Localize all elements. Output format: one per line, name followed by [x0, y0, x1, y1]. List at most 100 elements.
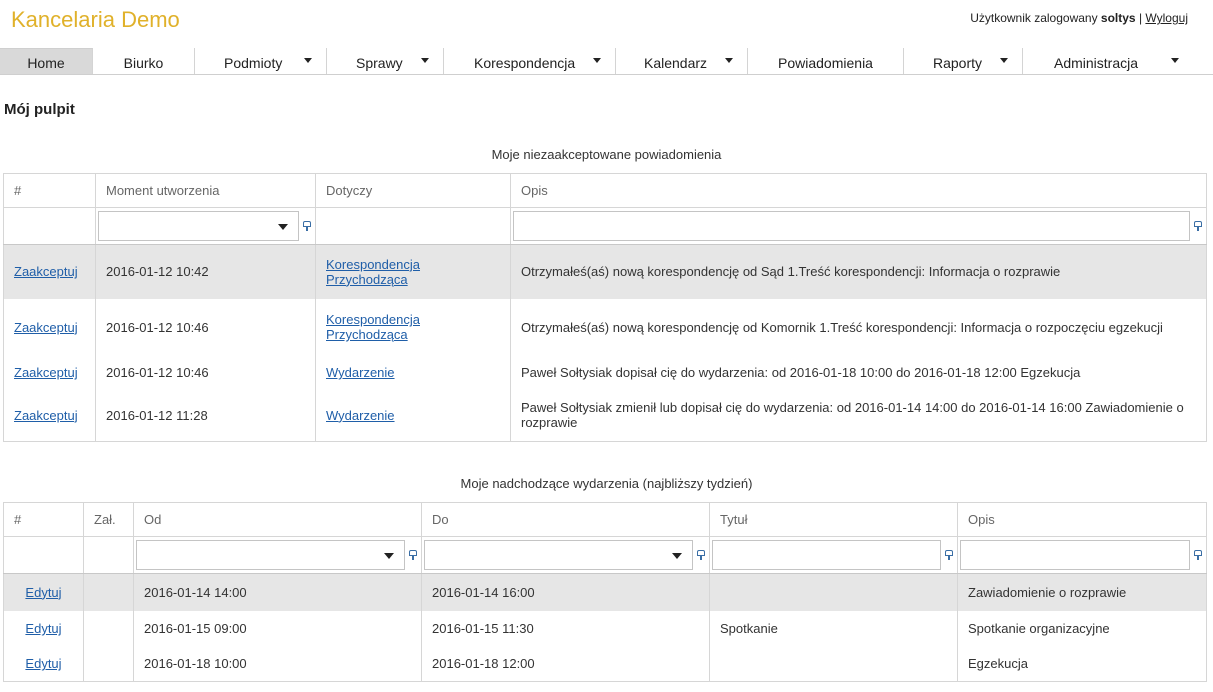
column-header[interactable]: Od: [133, 502, 422, 537]
attachment-cell: [83, 610, 134, 647]
user-bar: Użytkownik zalogowany soltys | Wyloguj: [970, 11, 1188, 25]
dotyczy-line: Przychodząca: [326, 327, 408, 342]
filter-cell-od: [133, 536, 422, 574]
menu-item-label: Korespondencja: [474, 55, 576, 71]
logout-link[interactable]: Wyloguj: [1145, 11, 1188, 25]
edit-link[interactable]: Edytuj: [25, 621, 61, 636]
do-cell: 2016-01-18 12:00: [421, 646, 710, 682]
accept-link[interactable]: Zaakceptuj: [14, 264, 78, 279]
menu-item-label: Kalendarz: [644, 55, 708, 71]
do-filter-dropdown[interactable]: [424, 540, 693, 570]
filter-cell-dotyczy: [315, 207, 511, 245]
table-row: Zaakceptuj 2016-01-12 10:46 Korespondenc…: [3, 298, 1207, 356]
column-header[interactable]: Do: [421, 502, 710, 537]
events-table: # Zał. Od Do Tytuł Opis Edytuj 2016-01-1…: [3, 502, 1207, 682]
notifications-caption: Moje niezaakceptowane powiadomienia: [491, 147, 722, 162]
attachment-cell: [83, 646, 134, 682]
column-header[interactable]: Tytuł: [709, 502, 958, 537]
opis-cell: Spotkanie organizacyjne: [957, 610, 1207, 647]
table-header-row: # Zał. Od Do Tytuł Opis: [3, 502, 1207, 537]
opis-filter-input[interactable]: [960, 540, 1190, 570]
menu-item-korespondencja[interactable]: Korespondencja: [444, 48, 616, 74]
edit-link[interactable]: Edytuj: [25, 656, 61, 671]
dotyczy-line: Przychodząca: [326, 271, 408, 287]
filter-cell-empty: [83, 536, 134, 574]
opis-filter-input[interactable]: [513, 211, 1190, 241]
moment-cell: 2016-01-12 10:46: [95, 355, 316, 390]
menu-item-label: Podmioty: [224, 55, 283, 71]
tytul-cell: Spotkanie: [709, 610, 958, 647]
moment-filter-dropdown[interactable]: [98, 211, 299, 241]
table-row: Zaakceptuj 2016-01-12 10:46 Wydarzenie P…: [3, 355, 1207, 390]
chevron-down-icon: [672, 553, 682, 559]
caret-down-icon: [725, 58, 733, 63]
dotyczy-link[interactable]: Korespondencja Przychodząca: [326, 312, 420, 342]
dotyczy-link[interactable]: Wydarzenie: [326, 408, 395, 423]
menu-item-administracja[interactable]: Administracja: [1023, 48, 1193, 74]
column-header[interactable]: Opis: [957, 502, 1207, 537]
od-cell: 2016-01-15 09:00: [133, 610, 422, 647]
opis-cell: Paweł Sołtysiak dopisał cię do wydarzeni…: [510, 355, 1207, 390]
accept-link[interactable]: Zaakceptuj: [14, 408, 78, 423]
caret-down-icon: [421, 58, 429, 63]
menu-item-label: Raporty: [933, 55, 983, 71]
menu-item-label: Home: [27, 55, 65, 71]
tytul-cell: [709, 573, 958, 611]
separator: |: [1138, 11, 1143, 25]
caret-down-icon: [1000, 58, 1008, 63]
chevron-down-icon: [384, 553, 394, 559]
od-filter-dropdown[interactable]: [136, 540, 405, 570]
tytul-cell: [709, 646, 958, 682]
caret-down-icon: [1171, 58, 1179, 63]
column-header[interactable]: Moment utworzenia: [95, 173, 316, 208]
dotyczy-link[interactable]: Korespondencja Przychodząca: [326, 257, 420, 287]
accept-link[interactable]: Zaakceptuj: [14, 320, 78, 335]
dotyczy-link[interactable]: Wydarzenie: [326, 365, 395, 380]
filter-icon[interactable]: [944, 549, 954, 561]
menu-item-kalendarz[interactable]: Kalendarz: [616, 48, 748, 74]
filter-cell-opis: [510, 207, 1207, 245]
page-title: Mój pulpit: [4, 101, 75, 118]
filter-icon[interactable]: [1193, 549, 1203, 561]
moment-cell: 2016-01-12 11:28: [95, 389, 316, 442]
dotyczy-cell: Wydarzenie: [315, 355, 511, 390]
moment-cell: 2016-01-12 10:46: [95, 298, 316, 356]
menu-item-label: Administracja: [1054, 55, 1139, 71]
menu-item-sprawy[interactable]: Sprawy: [327, 48, 444, 74]
filter-icon[interactable]: [696, 549, 706, 561]
menu-item-podmioty[interactable]: Podmioty: [195, 48, 327, 74]
caret-down-icon: [593, 58, 601, 63]
column-header: #: [3, 173, 96, 208]
attachment-cell: [83, 573, 134, 611]
accept-link[interactable]: Zaakceptuj: [14, 365, 78, 380]
tytul-filter-input[interactable]: [712, 540, 941, 570]
table-row: Edytuj 2016-01-14 14:00 2016-01-14 16:00…: [3, 573, 1207, 611]
dotyczy-line: Korespondencja: [326, 256, 420, 272]
table-row: Zaakceptuj 2016-01-12 11:28 Wydarzenie P…: [3, 389, 1207, 442]
edit-link[interactable]: Edytuj: [25, 585, 61, 600]
filter-icon[interactable]: [1193, 220, 1203, 232]
column-header[interactable]: Dotyczy: [315, 173, 511, 208]
moment-cell: 2016-01-12 10:42: [95, 244, 316, 299]
filter-cell-do: [421, 536, 710, 574]
menu-item-powiadomienia[interactable]: Powiadomienia: [748, 48, 904, 74]
dotyczy-cell: Korespondencja Przychodząca: [315, 244, 511, 299]
od-cell: 2016-01-14 14:00: [133, 573, 422, 611]
menu-item-home[interactable]: Home: [0, 48, 93, 74]
opis-cell: Egzekucja: [957, 646, 1207, 682]
filter-cell-empty: [3, 536, 84, 574]
filter-cell-empty: [3, 207, 96, 245]
column-header: #: [3, 502, 84, 537]
column-header[interactable]: Opis: [510, 173, 1207, 208]
filter-icon[interactable]: [302, 220, 312, 232]
menu-item-biurko[interactable]: Biurko: [93, 48, 195, 74]
events-caption: Moje nadchodzące wydarzenia (najbliższy …: [460, 476, 753, 491]
menu-item-raporty[interactable]: Raporty: [904, 48, 1023, 74]
logged-in-label: Użytkownik zalogowany: [970, 11, 1098, 25]
username: soltys: [1100, 11, 1136, 25]
filter-icon[interactable]: [408, 549, 418, 561]
table-row: Edytuj 2016-01-15 09:00 2016-01-15 11:30…: [3, 610, 1207, 647]
filter-cell-moment: [95, 207, 316, 245]
filter-cell-tytul: [709, 536, 958, 574]
notifications-table: # Moment utworzenia Dotyczy Opis Zaakcep…: [3, 173, 1207, 442]
